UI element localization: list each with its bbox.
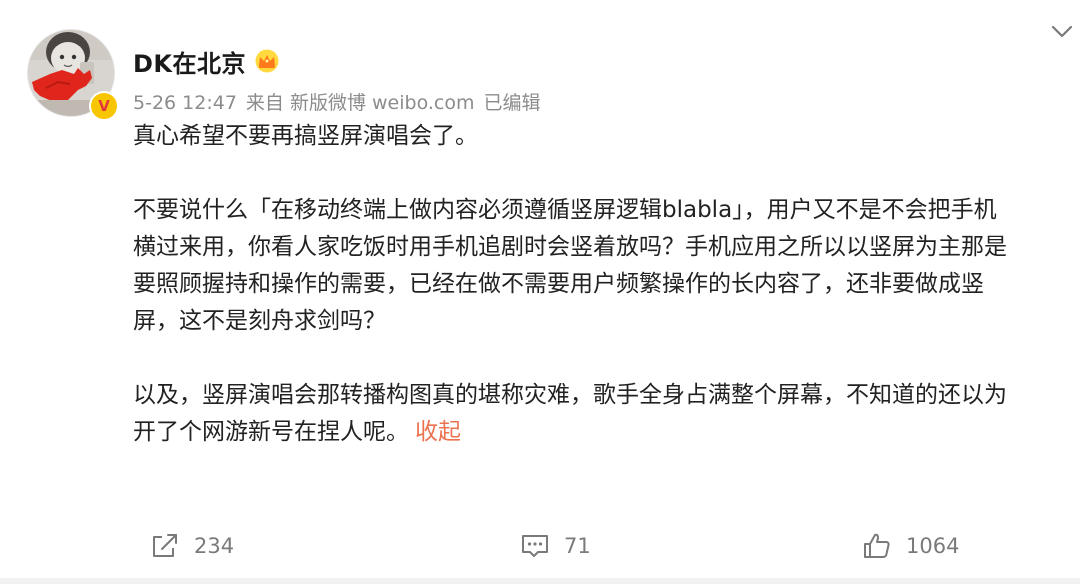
avatar-container[interactable]: V bbox=[27, 29, 119, 121]
thumbs-up-icon bbox=[864, 533, 890, 558]
post-time[interactable]: 5-26 12:47 bbox=[133, 92, 237, 114]
like-count: 1064 bbox=[906, 534, 960, 558]
post-meta: 5-26 12:47 来自 新版微博 weibo.com 已编辑 bbox=[133, 88, 550, 115]
post-source: 来自 新版微博 weibo.com bbox=[245, 92, 475, 114]
like-button[interactable]: 1064 bbox=[862, 524, 959, 568]
post-content: 真心希望不要再搞竖屏演唱会了。 不要说什么「在移动终端上做内容必须遵循竖屏逻辑b… bbox=[133, 118, 1068, 451]
content-text: 开了个网游新号在捏人呢。 bbox=[133, 419, 409, 445]
share-button[interactable]: 234 bbox=[150, 524, 234, 568]
username-row: DK在北京 bbox=[133, 44, 280, 78]
weibo-post-card: V DK在北京 5-26 12:47 来自 新版微博 weibo.com 已编辑 真… bbox=[0, 0, 1080, 584]
content-line-last: 开了个网游新号在捏人呢。 收起 bbox=[133, 414, 1068, 451]
content-line: 要照顾握持和操作的需要，已经在做不需要用户频繁操作的长内容了，还非要做成竖 bbox=[133, 271, 984, 297]
verified-badge: V bbox=[89, 91, 119, 121]
bottom-divider bbox=[0, 578, 1080, 584]
username[interactable]: DK在北京 bbox=[133, 44, 246, 79]
content-line: 屏，这不是刻舟求剑吗？ bbox=[133, 308, 386, 334]
content-line: 不要说什么「在移动终端上做内容必须遵循竖屏逻辑blabla」，用户又不是不会把手… bbox=[133, 197, 997, 223]
share-icon bbox=[153, 534, 177, 557]
chevron-down-icon[interactable] bbox=[1050, 24, 1074, 40]
content-line: 横过来用，你看人家吃饭时用手机追剧时会竖着放吗？手机应用之所以以竖屏为主那是 bbox=[133, 234, 1007, 260]
content-line: 以及，竖屏演唱会那转播构图真的堪称灾难，歌手全身占满整个屏幕，不知道的还以为 bbox=[133, 382, 1007, 408]
edited-label[interactable]: 已编辑 bbox=[483, 92, 540, 114]
comment-count: 71 bbox=[564, 534, 591, 558]
content-paragraph-1: 真心希望不要再搞竖屏演唱会了。 bbox=[133, 123, 478, 149]
comment-button[interactable]: 71 bbox=[520, 524, 591, 568]
comment-icon bbox=[522, 535, 548, 557]
share-count: 234 bbox=[194, 534, 235, 558]
action-bar: 234 71 1064 bbox=[0, 524, 1080, 568]
crown-icon[interactable] bbox=[254, 49, 280, 73]
collapse-link[interactable]: 收起 bbox=[415, 419, 461, 445]
